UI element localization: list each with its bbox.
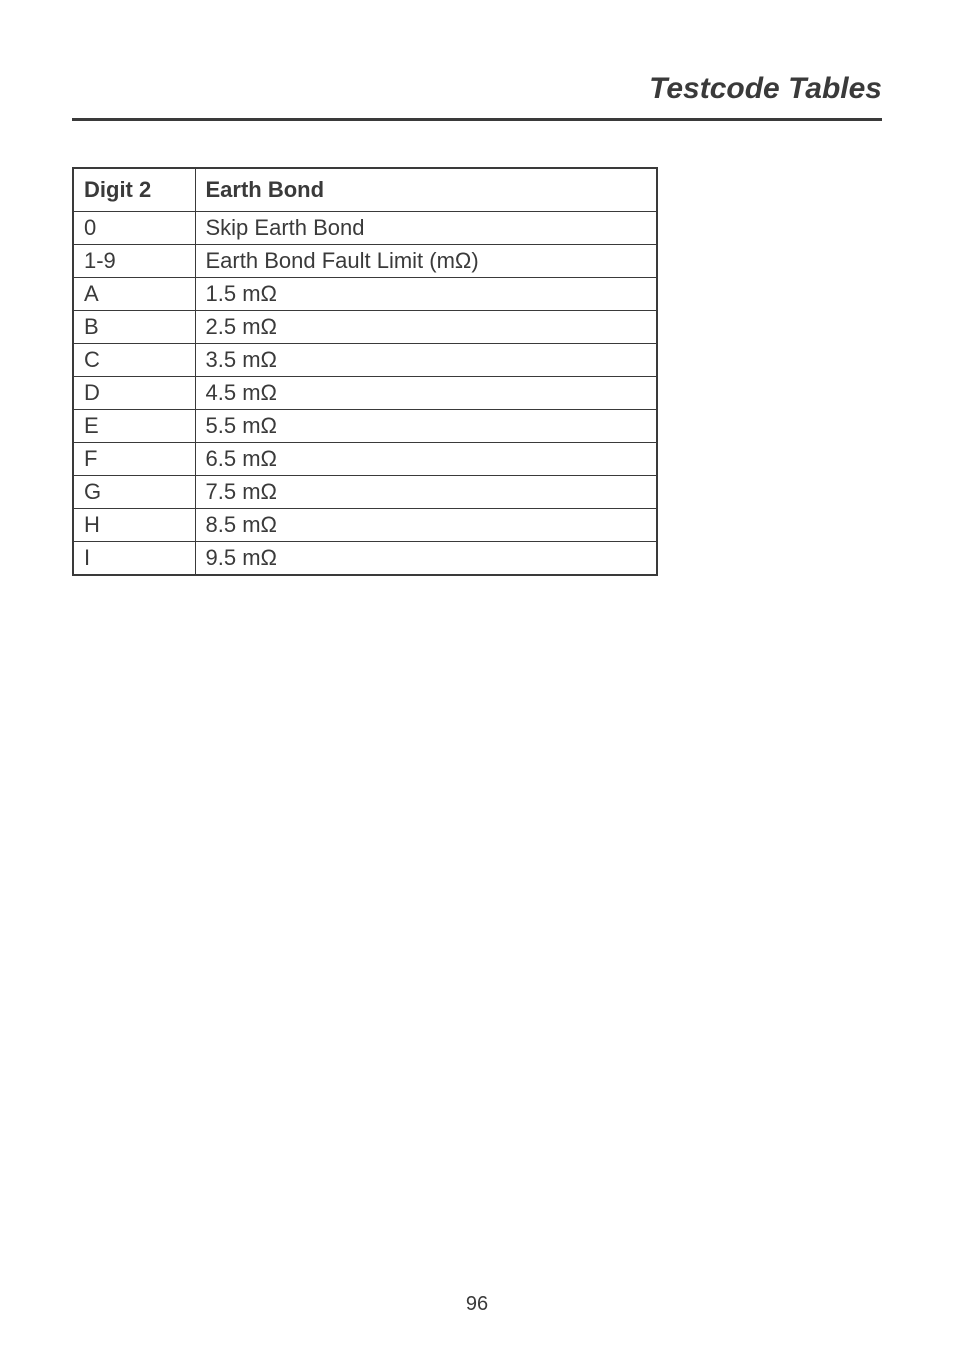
table-cell-digit: 1-9: [73, 245, 195, 278]
table-row: A 1.5 mΩ: [73, 278, 657, 311]
table-cell-digit: E: [73, 410, 195, 443]
table-cell-value: 1.5 mΩ: [195, 278, 657, 311]
table-cell-digit: B: [73, 311, 195, 344]
table-cell-digit: 0: [73, 212, 195, 245]
table-row: 0 Skip Earth Bond: [73, 212, 657, 245]
table-cell-value: 5.5 mΩ: [195, 410, 657, 443]
table-row: 1-9 Earth Bond Fault Limit (mΩ): [73, 245, 657, 278]
table-cell-value: 2.5 mΩ: [195, 311, 657, 344]
testcode-table-wrap: Digit 2 Earth Bond 0 Skip Earth Bond 1-9…: [72, 167, 658, 576]
table-row: G 7.5 mΩ: [73, 476, 657, 509]
table-row: I 9.5 mΩ: [73, 542, 657, 576]
table-cell-digit: H: [73, 509, 195, 542]
table-cell-value: 4.5 mΩ: [195, 377, 657, 410]
table-header-digit2: Digit 2: [73, 168, 195, 212]
table-cell-digit: I: [73, 542, 195, 576]
table-cell-digit: G: [73, 476, 195, 509]
table-cell-digit: D: [73, 377, 195, 410]
table-cell-value: 6.5 mΩ: [195, 443, 657, 476]
table-header-row: Digit 2 Earth Bond: [73, 168, 657, 212]
table-cell-value: 9.5 mΩ: [195, 542, 657, 576]
table-row: E 5.5 mΩ: [73, 410, 657, 443]
table-cell-value: 7.5 mΩ: [195, 476, 657, 509]
table-row: H 8.5 mΩ: [73, 509, 657, 542]
table-header-earth-bond: Earth Bond: [195, 168, 657, 212]
page-number: 96: [0, 1293, 954, 1316]
table-row: D 4.5 mΩ: [73, 377, 657, 410]
table-row: B 2.5 mΩ: [73, 311, 657, 344]
page-header: Testcode Tables: [72, 72, 882, 121]
table-cell-digit: C: [73, 344, 195, 377]
table-row: F 6.5 mΩ: [73, 443, 657, 476]
table-row: C 3.5 mΩ: [73, 344, 657, 377]
table-cell-digit: A: [73, 278, 195, 311]
table-cell-value: 3.5 mΩ: [195, 344, 657, 377]
table-cell-value: Earth Bond Fault Limit (mΩ): [195, 245, 657, 278]
table-cell-digit: F: [73, 443, 195, 476]
table-cell-value: 8.5 mΩ: [195, 509, 657, 542]
testcode-table: Digit 2 Earth Bond 0 Skip Earth Bond 1-9…: [72, 167, 658, 576]
table-cell-value: Skip Earth Bond: [195, 212, 657, 245]
